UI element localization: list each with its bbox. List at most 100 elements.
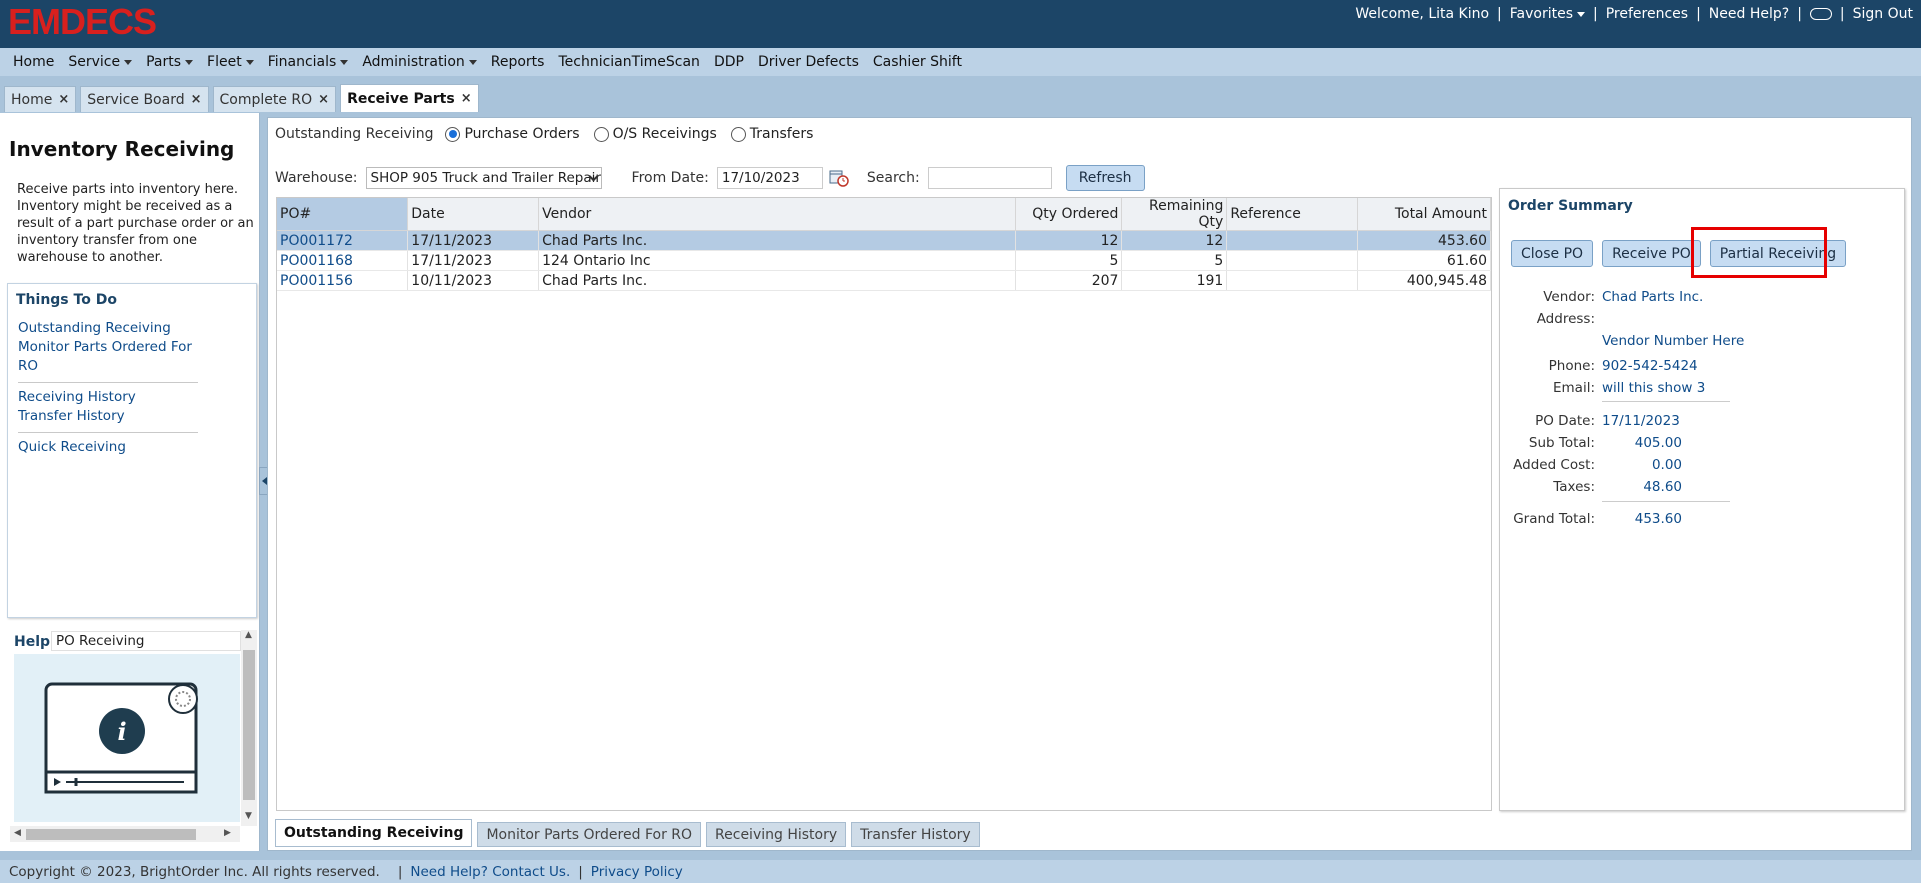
close-icon[interactable]: × <box>318 92 329 107</box>
svg-text:i: i <box>117 717 126 746</box>
radio-transfers[interactable]: Transfers <box>730 126 813 142</box>
privacy-policy-link[interactable]: Privacy Policy <box>591 864 683 880</box>
main-panel: Outstanding Receiving Purchase Orders O/… <box>267 117 1912 851</box>
menu-reports[interactable]: Reports <box>484 54 552 70</box>
close-icon[interactable]: × <box>461 91 472 106</box>
taxes-value: 48.60 <box>1643 479 1682 495</box>
tab-outstanding-receiving[interactable]: Outstanding Receiving <box>275 819 473 847</box>
vendor-label: Vendor: <box>1543 289 1595 305</box>
chevron-down-icon <box>468 59 477 65</box>
table-row[interactable]: PO001172 17/11/2023 Chad Parts Inc. 12 1… <box>277 230 1491 251</box>
close-icon[interactable]: × <box>58 92 69 107</box>
reference <box>1226 230 1359 251</box>
menu-technician-time-scan[interactable]: TechnicianTimeScan <box>551 54 706 70</box>
reference <box>1226 270 1359 291</box>
preferences-link[interactable]: Preferences <box>1606 6 1688 22</box>
video-info-icon: i <box>44 682 198 794</box>
main-menu: Home Service Parts Fleet Financials Admi… <box>0 48 1921 76</box>
po-number[interactable]: PO001172 <box>277 230 409 251</box>
qty-ordered: 207 <box>1015 270 1123 291</box>
qty-ordered: 12 <box>1015 230 1123 251</box>
column-header-qty-ordered[interactable]: Qty Ordered <box>1015 198 1123 231</box>
column-header-total-amount[interactable]: Total Amount <box>1357 198 1491 231</box>
close-po-button[interactable]: Close PO <box>1511 240 1594 267</box>
from-date-label: From Date: <box>631 170 709 186</box>
from-date-input[interactable]: 17/10/2023 <box>716 167 823 189</box>
search-input[interactable] <box>927 167 1052 189</box>
tab-complete-ro[interactable]: Complete RO × <box>212 86 337 112</box>
contact-link[interactable]: Need Help? Contact Us. <box>410 864 570 880</box>
column-header-remaining-qty[interactable]: Remaining Qty <box>1121 198 1228 231</box>
menu-home[interactable]: Home <box>6 54 61 70</box>
favorites-menu[interactable]: Favorites <box>1510 6 1586 22</box>
tab-receiving-history[interactable]: Receiving History <box>706 822 847 847</box>
order-summary-title: Order Summary <box>1508 198 1633 214</box>
menu-ddp[interactable]: DDP <box>707 54 751 70</box>
added-cost-value: 0.00 <box>1651 457 1682 473</box>
need-help-link[interactable]: Need Help? <box>1709 6 1789 22</box>
tab-transfer-history[interactable]: Transfer History <box>851 822 980 847</box>
column-header-reference[interactable]: Reference <box>1226 198 1359 231</box>
menu-parts[interactable]: Parts <box>139 54 200 70</box>
vendor: Chad Parts Inc. <box>538 230 1016 251</box>
link-receiving-history[interactable]: Receiving History <box>18 388 198 407</box>
po-date-label: PO Date: <box>1535 413 1595 429</box>
menu-cashier-shift[interactable]: Cashier Shift <box>866 54 969 70</box>
radio-button[interactable] <box>593 126 609 142</box>
close-icon[interactable]: × <box>191 92 202 107</box>
radio-os-receivings[interactable]: O/S Receivings <box>593 126 717 142</box>
order-summary-panel: Order Summary Close PO Receive PO Partia… <box>1499 188 1905 811</box>
calendar-icon[interactable] <box>829 169 849 187</box>
menu-fleet[interactable]: Fleet <box>200 54 261 70</box>
radio-purchase-orders[interactable]: Purchase Orders <box>445 126 580 142</box>
link-transfer-history[interactable]: Transfer History <box>18 407 198 426</box>
link-monitor-parts[interactable]: Monitor Parts Ordered For RO <box>18 338 198 376</box>
tab-monitor-parts[interactable]: Monitor Parts Ordered For RO <box>477 822 702 847</box>
radio-button[interactable] <box>445 126 461 142</box>
help-vertical-scrollbar[interactable]: ▲ ▼ <box>241 630 257 826</box>
left-panel: Inventory Receiving Receive parts into i… <box>0 113 260 851</box>
table-header: PO# Date Vendor Qty Ordered Remaining Qt… <box>277 198 1491 231</box>
column-header-date[interactable]: Date <box>407 198 540 231</box>
radio-button[interactable] <box>730 126 746 142</box>
vendor: Chad Parts Inc. <box>538 270 1016 291</box>
help-panel: Help PO Receiving i ▲ ▼ ◀ ▶ <box>10 630 257 845</box>
grand-total-label: Grand Total: <box>1513 511 1595 527</box>
subtotal-label: Sub Total: <box>1528 435 1595 451</box>
link-quick-receiving[interactable]: Quick Receiving <box>18 438 198 457</box>
tab-service-board[interactable]: Service Board × <box>80 86 209 112</box>
receive-po-button[interactable]: Receive PO <box>1602 240 1701 267</box>
tab-receive-parts[interactable]: Receive Parts × <box>340 84 479 112</box>
column-header-po[interactable]: PO# <box>277 198 409 231</box>
table-row[interactable]: PO001156 10/11/2023 Chad Parts Inc. 207 … <box>277 270 1491 291</box>
chevron-down-icon <box>185 59 194 65</box>
highlight-box <box>1691 227 1827 278</box>
po-number[interactable]: PO001156 <box>277 270 409 291</box>
help-video-thumbnail[interactable]: i <box>14 654 240 822</box>
vendor-value: Chad Parts Inc. <box>1602 289 1704 305</box>
po-number[interactable]: PO001168 <box>277 250 409 271</box>
sign-out-link[interactable]: Sign Out <box>1853 6 1913 22</box>
menu-service[interactable]: Service <box>61 54 139 70</box>
chat-bubble-icon[interactable] <box>1809 8 1832 20</box>
chevron-down-icon <box>245 59 254 65</box>
subtotal-value: 405.00 <box>1634 435 1682 451</box>
menu-administration[interactable]: Administration <box>355 54 483 70</box>
link-outstanding-receiving[interactable]: Outstanding Receiving <box>18 319 198 338</box>
tab-home[interactable]: Home × <box>4 86 77 112</box>
menu-financials[interactable]: Financials <box>261 54 356 70</box>
warehouse-select[interactable]: SHOP 905 Truck and Trailer Repair <box>365 167 602 189</box>
page-title: Inventory Receiving <box>9 137 235 161</box>
search-filter-row: Warehouse: SHOP 905 Truck and Trailer Re… <box>275 165 1145 191</box>
column-header-vendor[interactable]: Vendor <box>538 198 1016 231</box>
user-bar: Welcome, Lita Kino | Favorites | Prefere… <box>1355 6 1913 22</box>
table-row[interactable]: PO001168 17/11/2023 124 Ontario Inc 5 5 … <box>277 250 1491 271</box>
refresh-button[interactable]: Refresh <box>1065 165 1145 191</box>
menu-driver-defects[interactable]: Driver Defects <box>751 54 866 70</box>
help-topic-field[interactable]: PO Receiving <box>51 631 241 651</box>
divider <box>18 432 198 433</box>
app-logo[interactable]: EMDECS <box>8 4 157 40</box>
things-to-do-panel: Things To Do Outstanding Receiving Monit… <box>7 283 257 618</box>
help-horizontal-scrollbar[interactable]: ◀ ▶ <box>10 826 240 842</box>
top-header: EMDECS Welcome, Lita Kino | Favorites | … <box>0 0 1921 48</box>
